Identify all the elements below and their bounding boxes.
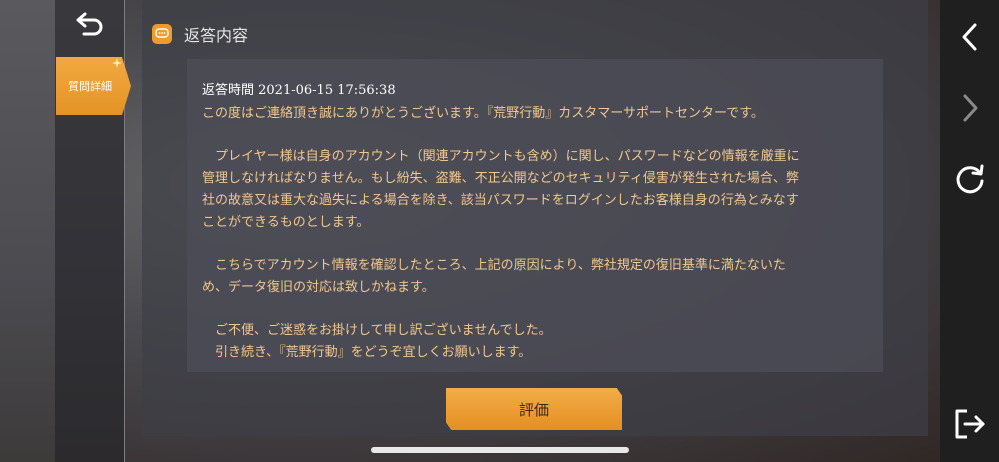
chevron-left-icon xyxy=(962,23,977,51)
sparkle-icon xyxy=(112,58,122,68)
reply-paragraph-line: こちらでアカウント情報を確認したところ、上記の原因により、弊社規定の復旧基準に満… xyxy=(202,257,786,273)
reply-message: この度はご連絡頂き誠にありがとうございます。『荒野行動』カスタマーサポートセンタ… xyxy=(202,103,862,363)
rate-button[interactable]: 評価 xyxy=(446,388,622,430)
reply-paragraph-line: プレイヤー様は自身のアカウント（関連アカウントも含め）に関し、パスワードなどの情… xyxy=(202,149,800,165)
reply-closing-line: 引き続き、『荒野行動』をどうぞ宜しくお願いします。 xyxy=(202,344,532,360)
refresh-button[interactable] xyxy=(952,161,988,197)
nav-back-button[interactable] xyxy=(952,19,988,55)
chevron-right-icon xyxy=(963,94,978,122)
tab-question-detail-label: 質問詳細 xyxy=(68,80,112,93)
reply-closing-line: ご不便、ご迷惑をお掛けして申し訳ございませんでした。 xyxy=(202,322,552,338)
refresh-icon xyxy=(956,164,984,194)
exit-button[interactable] xyxy=(952,406,988,442)
back-arrow-icon xyxy=(76,12,103,36)
browser-nav-bar xyxy=(940,0,999,462)
rate-button-label: 評価 xyxy=(518,400,549,419)
reply-paragraph-line: 社の故意又は重大な過失による場合を除き、該当パスワードをログインしたお客様自身の… xyxy=(202,192,799,208)
exit-icon xyxy=(955,409,985,439)
reply-paragraph-line: 管理しなければなりません。もし紛失、盗難、不正公開などのセキュリティ侵害が発生さ… xyxy=(202,171,799,187)
nav-forward-button[interactable] xyxy=(952,90,988,126)
reply-paragraph-line: ことができるものとします。 xyxy=(202,214,370,230)
back-button[interactable] xyxy=(70,6,110,42)
section-header: 返答内容 xyxy=(152,22,248,46)
chat-bubble-icon xyxy=(152,24,172,44)
reply-greeting: この度はご連絡頂き誠にありがとうございます。『荒野行動』カスタマーサポートセンタ… xyxy=(202,106,764,121)
home-indicator[interactable] xyxy=(371,447,629,453)
page-title: 返答内容 xyxy=(184,26,249,45)
reply-paragraph-line: め、データ復旧の対応は致しかねます。 xyxy=(202,279,435,295)
reply-timestamp: 返答時間 2021-06-15 17:56:38 xyxy=(202,83,396,98)
